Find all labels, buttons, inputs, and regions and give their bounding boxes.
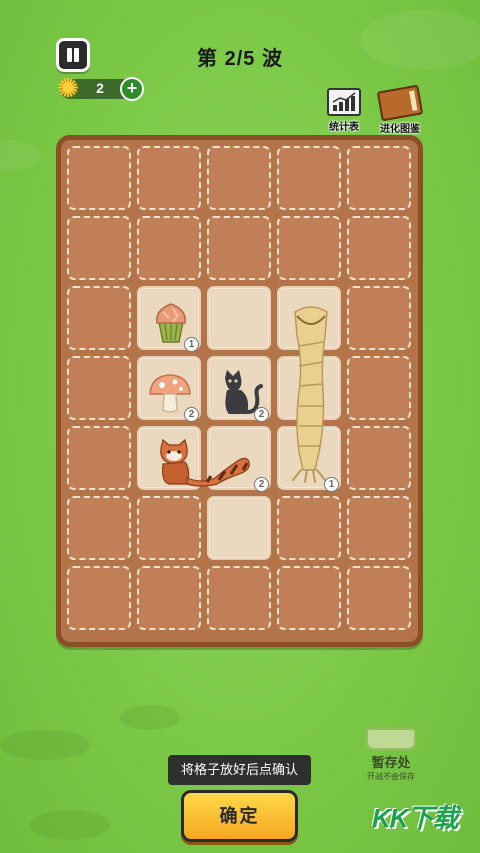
grid-cell[interactable] xyxy=(347,426,411,490)
grid-cell[interactable] xyxy=(67,286,131,350)
wave-title: 第 2/5 波 xyxy=(197,48,283,70)
grid-cell[interactable] xyxy=(137,216,201,280)
grid-cell[interactable] xyxy=(67,146,131,210)
bar-chart-icon xyxy=(327,88,361,116)
grid-cell[interactable] xyxy=(347,286,411,350)
worm-unit[interactable]: 1 xyxy=(283,296,339,492)
grid-cell[interactable] xyxy=(347,146,411,210)
grid-cell[interactable] xyxy=(207,216,271,280)
grid-cell[interactable] xyxy=(347,566,411,630)
grid-cell-open[interactable] xyxy=(207,286,271,350)
level-badge: 2 xyxy=(254,477,269,492)
stats-label: 统计表 xyxy=(329,122,359,133)
grid-cell[interactable] xyxy=(347,496,411,560)
level-badge: 1 xyxy=(324,477,339,492)
level-badge: 2 xyxy=(184,407,199,422)
evolution-book-button[interactable]: 进化图鉴 xyxy=(372,84,428,135)
placement-hint: 将格子放好后点确认 xyxy=(168,755,311,785)
grid-cell[interactable] xyxy=(67,216,131,280)
storage-subtitle: 开战不会保存 xyxy=(367,772,415,781)
background-cloud xyxy=(0,140,40,170)
grid-cell[interactable] xyxy=(207,146,271,210)
grid-cell[interactable] xyxy=(67,426,131,490)
grid-cell[interactable] xyxy=(67,496,131,560)
background-shadow xyxy=(30,810,110,840)
black-cat-unit[interactable]: 2 xyxy=(213,366,269,422)
red-panda-icon xyxy=(160,438,250,487)
mushroom-unit[interactable]: 2 xyxy=(143,366,199,422)
tray-icon xyxy=(366,728,416,750)
grid-cell[interactable] xyxy=(67,356,131,420)
background-shadow xyxy=(120,705,180,730)
grid-cell-open[interactable] xyxy=(207,496,271,560)
grid-cell[interactable] xyxy=(67,566,131,630)
grid-cell[interactable] xyxy=(277,566,341,630)
kkx-watermark: KK下载 xyxy=(372,803,459,833)
grid-cell[interactable] xyxy=(277,216,341,280)
grid-cell[interactable] xyxy=(277,146,341,210)
worm-icon xyxy=(292,306,328,483)
grid-cell[interactable] xyxy=(277,496,341,560)
cupcake-unit[interactable]: 1 xyxy=(143,296,199,352)
grid-cell[interactable] xyxy=(137,566,201,630)
grid-cell[interactable] xyxy=(347,356,411,420)
add-sun-button[interactable]: + xyxy=(120,77,144,101)
grid-cell[interactable] xyxy=(137,496,201,560)
level-badge: 2 xyxy=(254,407,269,422)
grid-cell[interactable] xyxy=(137,146,201,210)
book-icon xyxy=(376,84,424,122)
background-shadow xyxy=(0,730,90,760)
storage-title: 暂存处 xyxy=(371,755,411,770)
game-board: 1 2 2 2 1 xyxy=(56,135,423,647)
level-badge: 1 xyxy=(184,337,199,352)
confirm-button[interactable]: 确定 xyxy=(181,790,298,842)
storage-slot[interactable]: 暂存处 开战不会保存 xyxy=(360,728,422,782)
stats-button[interactable]: 统计表 xyxy=(322,88,366,133)
grid-cell[interactable] xyxy=(347,216,411,280)
grid-cell[interactable] xyxy=(207,566,271,630)
red-panda-unit[interactable]: 2 xyxy=(143,436,269,492)
evolution-book-label: 进化图鉴 xyxy=(380,124,420,135)
